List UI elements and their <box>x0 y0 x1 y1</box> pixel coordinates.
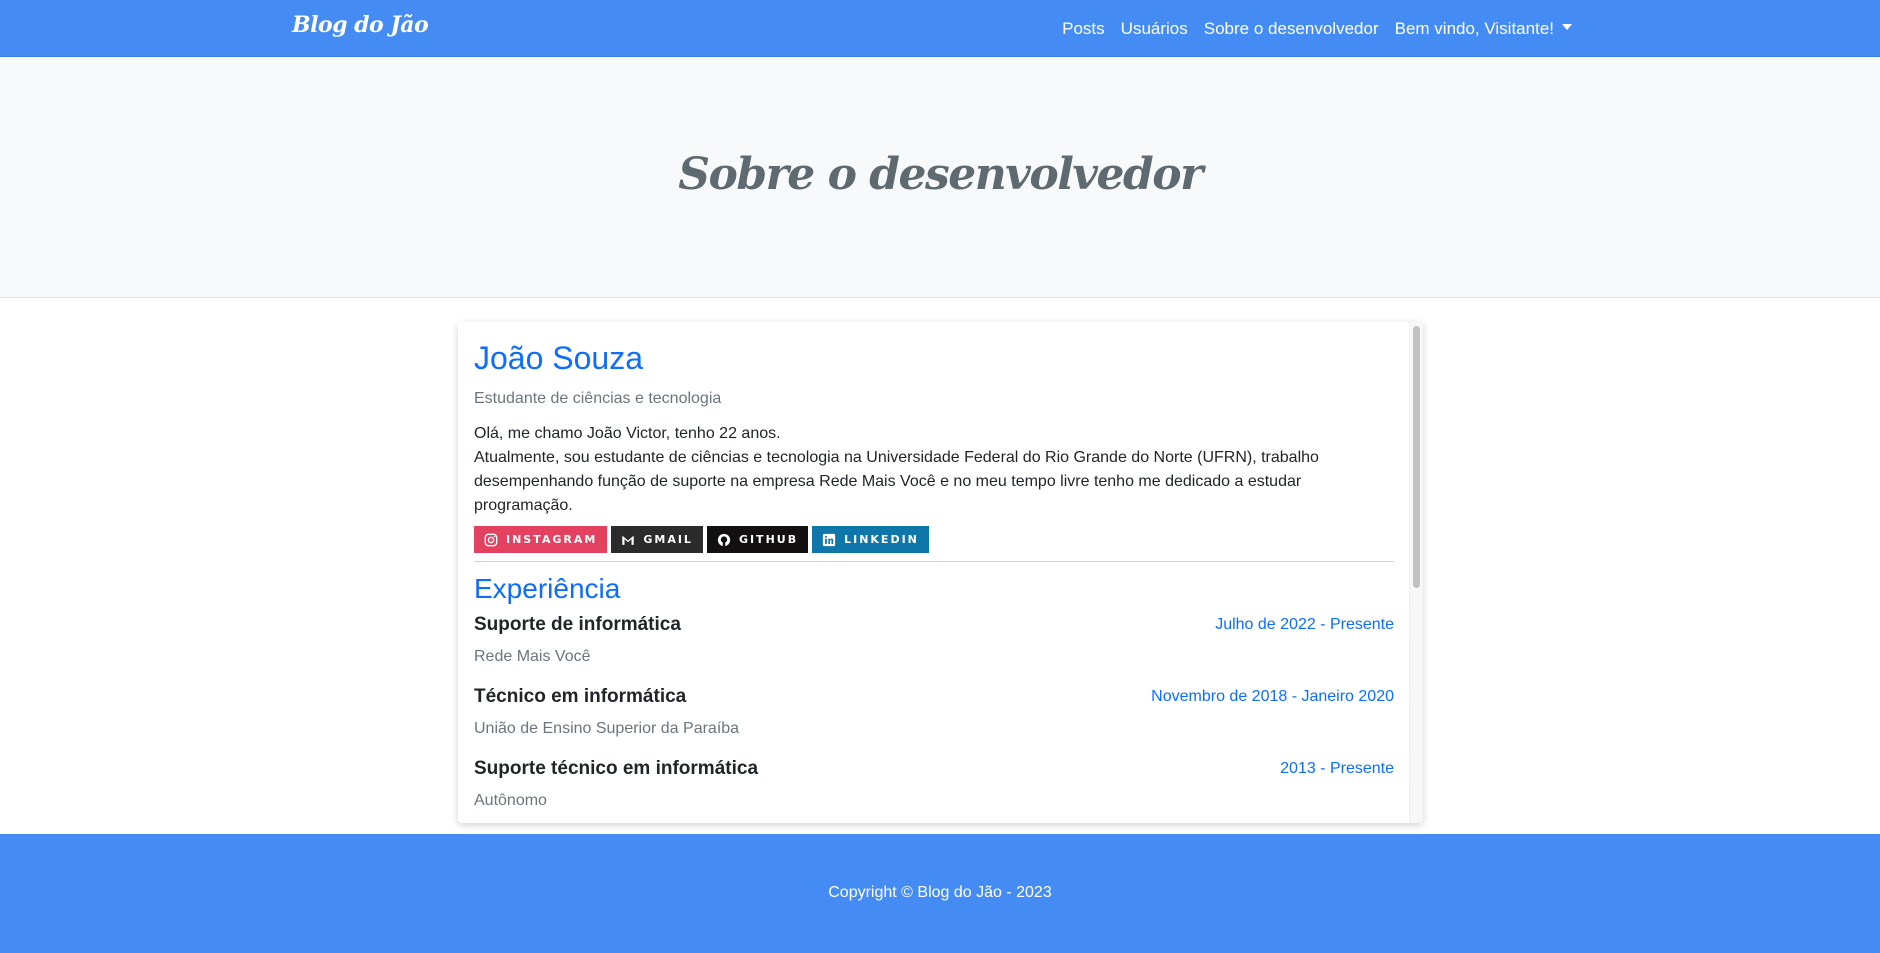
experience-date: 2013 - Presente <box>1280 760 1394 777</box>
divider <box>474 561 1394 562</box>
github-label: GitHub <box>738 533 799 546</box>
experience-date: Julho de 2022 - Presente <box>1215 616 1394 633</box>
github-icon <box>717 533 731 546</box>
bio-line: Olá, me chamo João Victor, tenho 22 anos… <box>474 425 781 442</box>
instagram-label: Instagram <box>506 533 598 546</box>
nav-links: Posts Usuários Sobre o desenvolvedor Bem… <box>1054 0 1580 57</box>
experience-date: Novembro de 2018 - Janeiro 2020 <box>1151 688 1394 705</box>
user-menu-label: Bem vindo, Visitante! <box>1394 18 1554 38</box>
linkedin-button[interactable]: LinkedIn <box>812 526 929 553</box>
profile-bio: Olá, me chamo João Victor, tenho 22 anos… <box>474 422 1334 518</box>
profile-name: João Souza <box>474 340 644 376</box>
user-menu-dropdown[interactable]: Bem vindo, Visitante! <box>1387 19 1580 39</box>
hero-banner: Sobre o desenvolvedor <box>0 57 1880 298</box>
nav-link-posts[interactable]: Posts <box>1054 19 1113 39</box>
experience-org: Rede Mais Você <box>474 648 591 665</box>
social-links: Instagram Gmail GitHub LinkedIn <box>474 526 1394 553</box>
nav-link-sobre[interactable]: Sobre o desenvolvedor <box>1196 19 1387 39</box>
experience-title: Técnico em informática <box>474 686 687 707</box>
experience-heading: Experiência <box>474 573 621 604</box>
copyright-text: Copyright © Blog do Jão - 2023 <box>828 884 1052 901</box>
experience-item: Suporte de informática Julho de 2022 - P… <box>474 606 1394 678</box>
experience-title: Suporte de informática <box>474 614 681 635</box>
experience-title: Suporte técnico em informática <box>474 758 759 779</box>
experience-org: Autônomo <box>474 792 547 809</box>
profile-card-content: João Souza Estudante de ciências e tecno… <box>474 338 1394 823</box>
card-scrollbar[interactable] <box>1409 322 1423 823</box>
brand-logo[interactable]: Blog do Jão <box>292 12 429 38</box>
gmail-button[interactable]: Gmail <box>611 526 703 553</box>
scrollbar-thumb[interactable] <box>1413 326 1420 588</box>
experience-org: União de Ensino Superior da Paraíba <box>474 720 740 737</box>
instagram-icon <box>484 533 498 546</box>
experience-item: Suporte técnico em informática 2013 - Pr… <box>474 750 1394 822</box>
instagram-button[interactable]: Instagram <box>474 526 608 553</box>
bio-line: Atualmente, sou estudante de ciências e … <box>474 449 1319 514</box>
page-title: Sobre o desenvolvedor <box>678 149 1203 200</box>
nav-link-usuarios[interactable]: Usuários <box>1113 19 1196 39</box>
footer: Copyright © Blog do Jão - 2023 <box>0 834 1880 953</box>
linkedin-icon <box>822 533 836 546</box>
github-button[interactable]: GitHub <box>706 526 809 553</box>
profile-card: João Souza Estudante de ciências e tecno… <box>458 322 1423 823</box>
linkedin-label: LinkedIn <box>844 533 919 546</box>
gmail-icon <box>622 535 635 545</box>
profile-subtitle: Estudante de ciências e tecnologia <box>474 390 722 407</box>
caret-down-icon <box>1562 24 1572 31</box>
experience-item: Técnico em informática Novembro de 2018 … <box>474 678 1394 750</box>
gmail-label: Gmail <box>643 533 693 546</box>
navbar: Blog do Jão Posts Usuários Sobre o desen… <box>0 0 1880 57</box>
